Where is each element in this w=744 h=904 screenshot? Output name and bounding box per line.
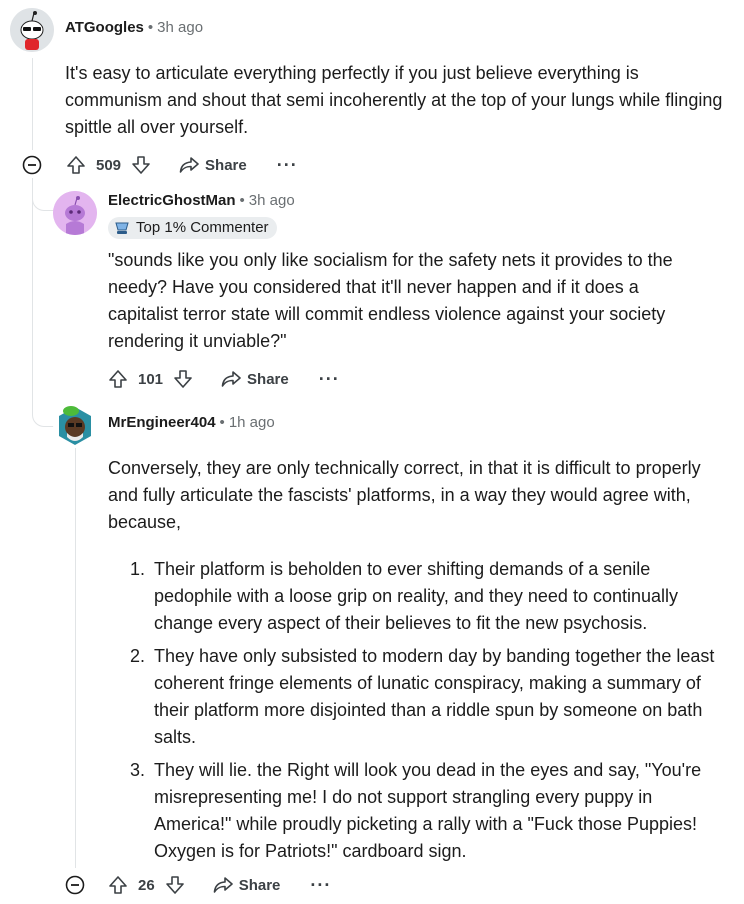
comment-body: Conversely, they are only technically co… bbox=[108, 455, 728, 536]
collapse-button[interactable] bbox=[22, 155, 42, 175]
list-text: They will lie. the Right will look you d… bbox=[154, 760, 702, 861]
separator-dot: • bbox=[239, 192, 245, 209]
share-icon bbox=[179, 157, 199, 173]
username[interactable]: ATGoogles bbox=[65, 19, 144, 36]
collapse-button[interactable] bbox=[65, 875, 85, 895]
comment-meta: ElectricGhostMan • 3h ago bbox=[108, 192, 295, 209]
comment-text: It's easy to articulate everything perfe… bbox=[65, 63, 723, 137]
badge-label: Top 1% Commenter bbox=[136, 219, 269, 236]
upvote-button[interactable] bbox=[108, 369, 128, 389]
avatar[interactable] bbox=[53, 403, 97, 447]
share-button[interactable]: Share bbox=[179, 156, 247, 174]
arrow-up-icon bbox=[109, 876, 127, 894]
thread-line-1b bbox=[32, 178, 33, 408]
arrow-up-icon bbox=[67, 156, 85, 174]
comment-text: "sounds like you only like socialism for… bbox=[108, 250, 673, 351]
downvote-button[interactable] bbox=[131, 155, 151, 175]
list-text: Their platform is beholden to ever shift… bbox=[154, 559, 679, 633]
comment-meta: MrEngineer404 • 1h ago bbox=[108, 414, 275, 431]
trophy-icon bbox=[115, 222, 129, 234]
share-label: Share bbox=[247, 370, 289, 388]
share-button[interactable]: Share bbox=[221, 370, 289, 388]
comment-body: "sounds like you only like socialism for… bbox=[108, 247, 708, 355]
snoo-avatar-icon bbox=[10, 8, 54, 52]
thread-line-1 bbox=[32, 58, 33, 150]
separator-dot: • bbox=[147, 19, 154, 36]
vote-count: 101 bbox=[138, 370, 164, 388]
timestamp: 1h ago bbox=[228, 414, 275, 431]
list-item: 1. Their platform is beholden to ever shi… bbox=[130, 556, 720, 637]
downvote-button[interactable] bbox=[165, 875, 185, 895]
numbered-list: 1. Their platform is beholden to ever shi… bbox=[130, 556, 720, 871]
engineer-avatar-icon bbox=[59, 406, 91, 445]
vote-count: 26 bbox=[138, 876, 155, 894]
comment-body: It's easy to articulate everything perfe… bbox=[65, 60, 725, 141]
separator-dot: • bbox=[219, 414, 225, 431]
list-number: 3. bbox=[130, 760, 146, 780]
status-badge: Top 1% Commenter bbox=[108, 217, 277, 239]
downvote-button[interactable] bbox=[173, 369, 193, 389]
list-item: 2. They have only subsisted to modern day… bbox=[130, 643, 720, 751]
arrow-down-icon bbox=[165, 876, 184, 894]
arrow-down-icon bbox=[132, 156, 150, 174]
timestamp: 3h ago bbox=[157, 19, 204, 36]
comment-actions: 26 Share ··· bbox=[108, 874, 331, 896]
more-options-button[interactable]: ··· bbox=[277, 156, 298, 174]
comment-meta: ATGoogles • 3h ago bbox=[65, 19, 203, 36]
more-options-button[interactable]: ··· bbox=[310, 876, 331, 894]
upvote-button[interactable] bbox=[66, 155, 86, 175]
comment-actions: 101 Share ··· bbox=[108, 368, 340, 390]
arrow-up-icon bbox=[109, 370, 127, 388]
username[interactable]: MrEngineer404 bbox=[108, 414, 216, 431]
list-item: 3. They will lie. the Right will look you… bbox=[130, 757, 720, 865]
share-icon bbox=[213, 877, 233, 893]
ghost-avatar-icon bbox=[53, 191, 97, 235]
vote-count: 509 bbox=[96, 156, 122, 174]
share-label: Share bbox=[238, 876, 281, 894]
username[interactable]: ElectricGhostMan bbox=[108, 192, 236, 209]
list-text: They have only subsisted to modern day b… bbox=[154, 646, 715, 747]
share-label: Share bbox=[205, 156, 247, 174]
minus-circle-icon bbox=[65, 875, 85, 895]
list-number: 1. bbox=[130, 559, 146, 579]
arrow-down-icon bbox=[174, 370, 192, 388]
timestamp: 3h ago bbox=[248, 192, 295, 209]
share-button[interactable]: Share bbox=[213, 876, 281, 894]
share-icon bbox=[221, 371, 241, 387]
list-number: 2. bbox=[130, 646, 146, 666]
avatar[interactable] bbox=[53, 191, 97, 235]
more-options-button[interactable]: ··· bbox=[319, 370, 340, 388]
avatar[interactable] bbox=[10, 8, 54, 52]
thread-line-2 bbox=[75, 448, 76, 868]
upvote-button[interactable] bbox=[108, 875, 128, 895]
comment-text: Conversely, they are only technically co… bbox=[108, 458, 701, 532]
minus-circle-icon bbox=[22, 155, 42, 175]
comment-actions: 509 Share ··· bbox=[66, 154, 298, 176]
